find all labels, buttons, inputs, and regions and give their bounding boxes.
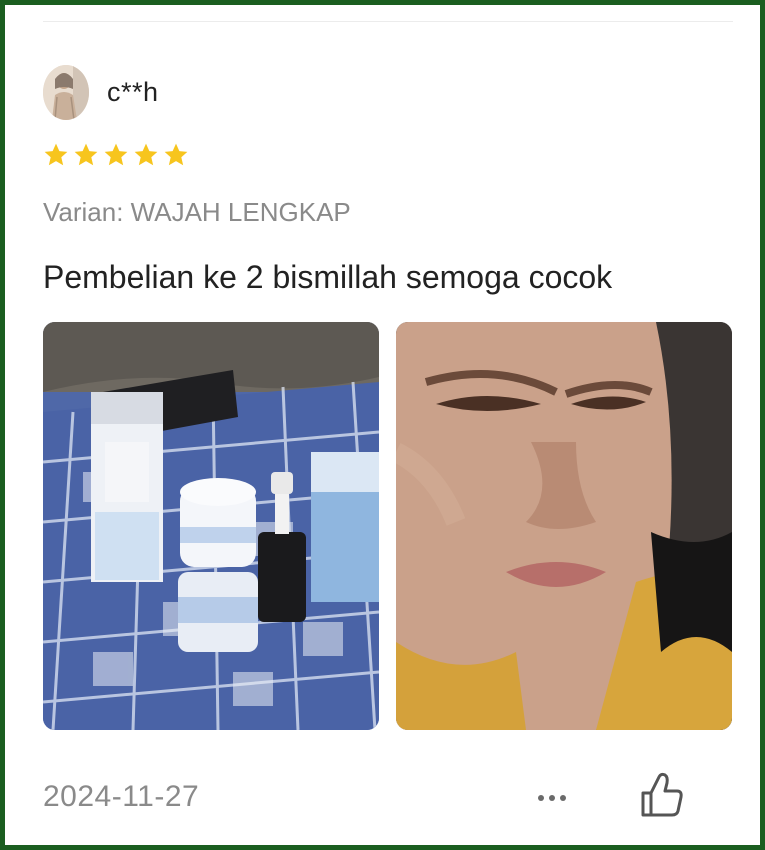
star-rating: [43, 142, 189, 168]
thumbs-up-icon: [641, 772, 683, 817]
review-date: 2024-11-27: [43, 780, 200, 813]
avatar[interactable]: [43, 65, 89, 120]
face-photo-image: [396, 322, 732, 730]
like-button[interactable]: [637, 769, 685, 821]
product-photo-image: [43, 322, 379, 730]
review-text: Pembelian ke 2 bismillah semoga cocok: [43, 259, 613, 295]
review-header: c**h: [43, 65, 159, 120]
avatar-image: [43, 65, 89, 120]
username: c**h: [107, 77, 159, 107]
more-dots-icon: [538, 795, 544, 801]
star-icon: [134, 143, 158, 166]
review-photo-face[interactable]: [396, 322, 732, 730]
review-card: c**h Varian: WAJAH LENGKAP Pembelian ke …: [0, 0, 765, 850]
variant-label: Varian: WAJAH LENGKAP: [43, 197, 351, 227]
divider: [43, 21, 733, 22]
more-dots-icon: [560, 795, 566, 801]
star-icon: [104, 143, 128, 166]
star-icon: [164, 143, 188, 166]
more-options-button[interactable]: [530, 783, 574, 813]
more-dots-icon: [549, 795, 555, 801]
review-photo-products[interactable]: [43, 322, 379, 730]
star-icon: [44, 143, 68, 166]
star-icon: [74, 143, 98, 166]
